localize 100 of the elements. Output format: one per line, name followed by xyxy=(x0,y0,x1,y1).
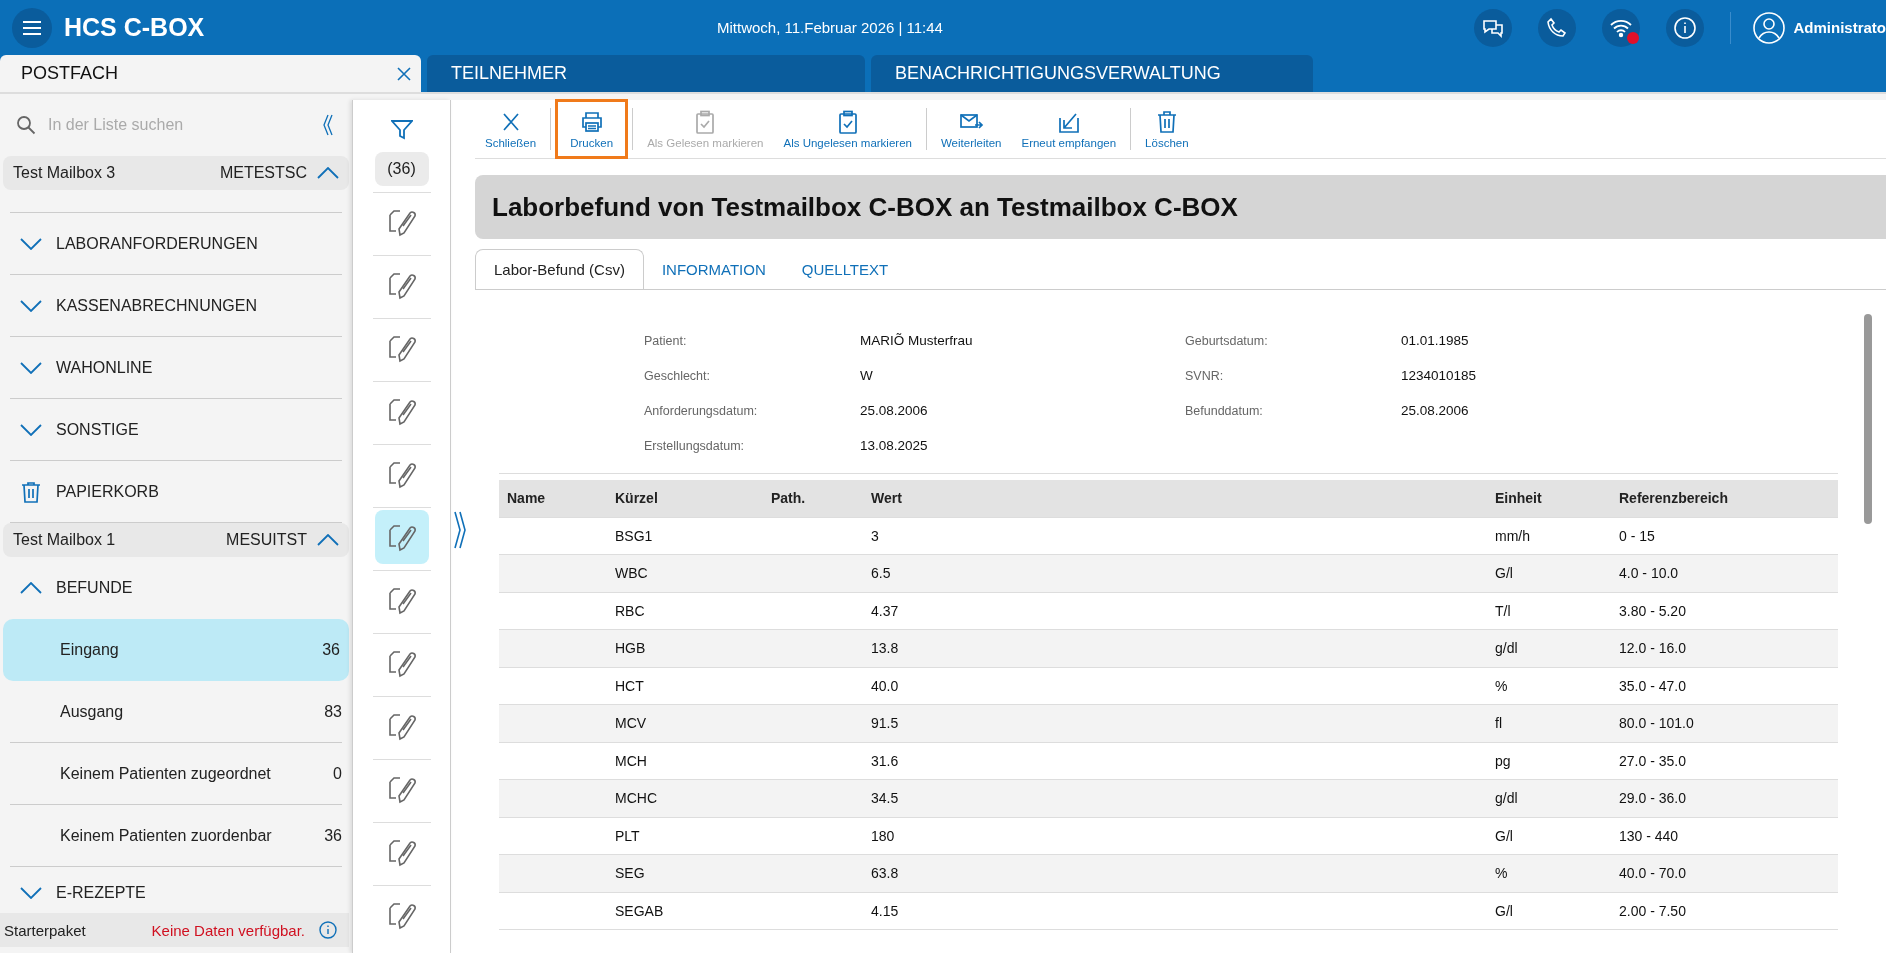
table-cell: mm/h xyxy=(1495,527,1530,544)
user-avatar-icon[interactable] xyxy=(1753,11,1786,44)
table-cell: MCV xyxy=(615,715,647,732)
phone-icon[interactable] xyxy=(1538,8,1577,47)
field-label: Befunddatum: xyxy=(1185,403,1264,420)
mailbox-header[interactable]: Test Mailbox 1 MESUITST xyxy=(3,523,349,557)
mailbox-code: METESTSC xyxy=(219,164,307,182)
chat-icon[interactable] xyxy=(1474,8,1513,47)
count: 36 xyxy=(324,826,342,845)
table-cell: 0 - 15 xyxy=(1619,527,1655,544)
table-cell: pg xyxy=(1495,752,1511,769)
menu-icon xyxy=(22,19,42,36)
table-cell: T/l xyxy=(1495,602,1511,619)
toolbar-button[interactable]: Drucken xyxy=(555,99,629,159)
table-cell: 34.5 xyxy=(871,790,899,807)
table-cell: RBC xyxy=(615,602,645,619)
column-header: Name xyxy=(506,490,547,507)
info-icon[interactable] xyxy=(319,921,337,939)
toolbar-button[interactable]: Erneut empfangen xyxy=(1011,99,1127,159)
app-title: HCS C-BOX xyxy=(64,13,205,42)
subfolder-item[interactable]: Ausgang 83 xyxy=(10,681,342,743)
column-header: Referenzbereich xyxy=(1618,490,1729,507)
search-field[interactable]: In der Liste suchen xyxy=(46,115,300,135)
column-header: Kürzel xyxy=(614,490,659,507)
table-cell: SEG xyxy=(615,865,645,882)
table-cell: 63.8 xyxy=(871,865,899,882)
table-cell: 4.15 xyxy=(871,902,899,919)
mailbox-header[interactable]: Test Mailbox 3 METESTSC xyxy=(3,156,349,190)
search-icon xyxy=(16,115,36,135)
toolbar-button[interactable]: Löschen xyxy=(1135,99,1199,159)
content-tab[interactable]: Labor-Befund (Csv) xyxy=(475,249,644,289)
field-value: 13.08.2025 xyxy=(860,437,929,455)
field-label: Geschlecht: xyxy=(644,368,711,385)
table-cell: g/dl xyxy=(1495,640,1518,657)
chevron-icon[interactable] xyxy=(317,167,339,179)
content-tab[interactable]: QUELLTEXT xyxy=(783,250,907,289)
folder-item[interactable]: LABORANFORDERUNGEN xyxy=(10,212,342,275)
table-cell: WBC xyxy=(615,565,648,582)
folder-item[interactable]: KASSENABRECHNUNGEN xyxy=(10,275,342,337)
field-value: 1234010185 xyxy=(1401,367,1478,385)
collapse-icon[interactable] xyxy=(322,113,334,137)
subfolder-label: Keinem Patienten zuordenbar xyxy=(60,826,272,845)
table-cell: G/l xyxy=(1495,902,1513,919)
menu-button[interactable] xyxy=(12,7,52,48)
table-cell: 6.5 xyxy=(871,565,891,582)
table-cell: g/dl xyxy=(1495,790,1518,807)
table-cell: 80.0 - 101.0 xyxy=(1619,715,1694,732)
table-cell: 91.5 xyxy=(871,715,899,732)
field-value: 25.08.2006 xyxy=(1401,402,1470,420)
mailbox-name: Test Mailbox 3 xyxy=(13,164,117,182)
table-cell: 40.0 xyxy=(871,677,899,694)
table-cell: 180 xyxy=(871,827,895,844)
subfolder-item[interactable]: Keinem Patienten zuordenbar 36 xyxy=(10,805,342,867)
mailbox-code: MESUITST xyxy=(226,531,307,549)
info-icon[interactable] xyxy=(1666,8,1705,47)
table-cell: 4.37 xyxy=(871,602,899,619)
user-name: Administrato xyxy=(1793,19,1886,36)
toolbar-button[interactable]: Weiterleiten xyxy=(930,99,1012,159)
wifi-button[interactable] xyxy=(1602,8,1641,47)
folder-item[interactable]: E-REZEPTE xyxy=(10,867,342,913)
folder-item[interactable]: SONSTIGE xyxy=(10,399,342,461)
close-icon[interactable] xyxy=(397,66,411,81)
table-cell: % xyxy=(1495,865,1508,882)
subfolder-label: Keinem Patienten zugeordnet xyxy=(60,764,271,783)
subfolder-item[interactable]: Eingang 36 xyxy=(3,619,349,681)
folder-item[interactable]: BEFUNDE xyxy=(10,557,342,619)
count: 83 xyxy=(324,702,342,721)
message-item[interactable] xyxy=(374,510,429,564)
date-time: Mittwoch, 11.Februar 2026 | 11:44 xyxy=(717,19,943,36)
mailbox-name: Test Mailbox 1 xyxy=(13,531,117,549)
table-cell: PLT xyxy=(615,827,640,844)
table-cell: 2.00 - 7.50 xyxy=(1619,902,1686,919)
table-cell: G/l xyxy=(1495,827,1513,844)
main-tab[interactable]: TEILNEHMER xyxy=(427,55,865,92)
field-label: Geburtsdatum: xyxy=(1185,333,1269,350)
content-tab[interactable]: INFORMATION xyxy=(643,250,784,289)
filter-icon[interactable] xyxy=(390,120,413,140)
field-value: 25.08.2006 xyxy=(860,402,929,420)
field-value: 01.01.1985 xyxy=(1401,332,1470,350)
field-label: Anforderungsdatum: xyxy=(644,403,759,420)
folder-item[interactable]: WAHONLINE xyxy=(10,337,342,399)
field-label: Patient: xyxy=(644,333,688,350)
subfolder-item[interactable]: Keinem Patienten zugeordnet 0 xyxy=(10,743,342,805)
toolbar-button[interactable]: Als Ungelesen markieren xyxy=(773,99,922,159)
status-label: Starterpaket xyxy=(4,921,87,939)
toolbar-button[interactable]: Schließen xyxy=(475,99,547,159)
table-cell: fl xyxy=(1495,715,1502,732)
trash-icon xyxy=(20,480,42,503)
table-cell: 27.0 - 35.0 xyxy=(1619,752,1686,769)
chevron-icon[interactable] xyxy=(317,534,339,546)
table-cell: SEGAB xyxy=(615,902,664,919)
table-cell: 31.6 xyxy=(871,752,899,769)
table-cell: 35.0 - 47.0 xyxy=(1619,677,1686,694)
main-tab[interactable]: POSTFACH xyxy=(0,55,421,92)
count: 36 xyxy=(322,640,340,659)
table-cell: 40.0 - 70.0 xyxy=(1619,865,1686,882)
message-count: (36) xyxy=(374,152,429,186)
table-cell: 130 - 440 xyxy=(1619,827,1679,844)
table-cell: 13.8 xyxy=(871,640,899,657)
main-tab[interactable]: BENACHRICHTIGUNGSVERWALTUNG xyxy=(871,55,1313,92)
